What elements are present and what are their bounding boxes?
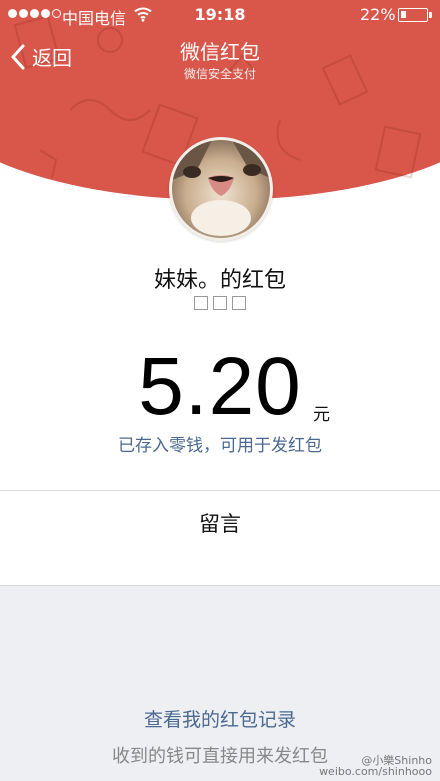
amount-row: 5.20 元 xyxy=(0,342,440,432)
battery-icon xyxy=(398,8,432,22)
currency-unit: 元 xyxy=(313,405,330,425)
message-label: 留言 xyxy=(199,512,241,536)
deposit-note[interactable]: 已存入零钱，可用于发红包 xyxy=(0,431,440,456)
watermark-url: weibo.com/shinhooo xyxy=(319,765,432,778)
red-packet-screen: 中国电信 19:18 22% 返回 微信红包 微信安全支付 妹妹。的红包 5.2… xyxy=(0,0,440,781)
battery-percent: 22% xyxy=(360,5,396,24)
missing-glyph-boxes xyxy=(0,296,440,310)
amount-value: 5.20 xyxy=(138,341,302,432)
view-records-link[interactable]: 查看我的红包记录 xyxy=(0,705,440,732)
page-subtitle: 微信安全支付 xyxy=(183,67,256,81)
divider xyxy=(0,490,440,491)
sender-title: 妹妹。的红包 xyxy=(153,268,286,293)
navigation-bar: 返回 微信红包 微信安全支付 xyxy=(0,30,440,90)
sender-avatar[interactable] xyxy=(169,137,273,241)
page-title: 微信红包 xyxy=(180,40,260,64)
cat-avatar-image xyxy=(172,140,270,238)
status-bar: 中国电信 19:18 22% xyxy=(0,0,440,30)
